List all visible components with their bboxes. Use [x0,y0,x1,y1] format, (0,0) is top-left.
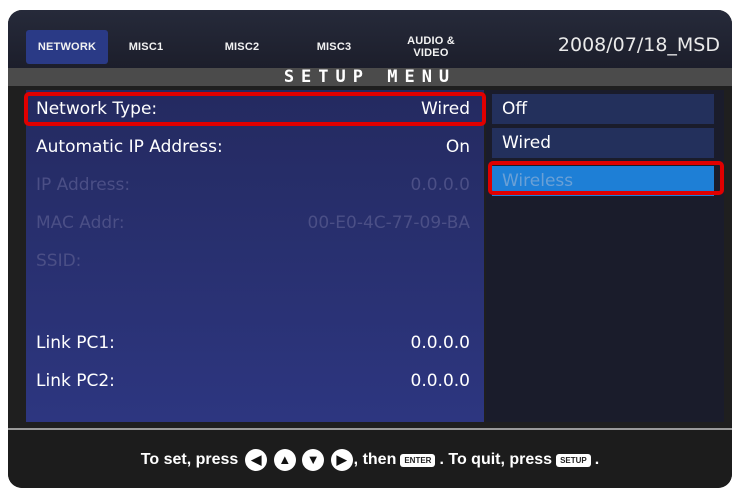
options-panel: Off Wired Wireless [486,90,724,422]
tab-misc2-label: MISC2 [224,41,260,53]
tab-misc3-label: MISC3 [316,41,352,53]
setup-button-icon: SETUP [556,453,591,467]
auto-ip-label: Automatic IP Address: [36,137,223,157]
left-arrow-icon: ◀ [245,449,268,472]
ssid-label: SSID: [36,251,82,271]
settings-panel: Network Type: Wired Automatic IP Address… [26,90,484,422]
tab-misc2[interactable]: MISC2 [216,30,268,64]
page-title: SETUP MENU [8,68,732,86]
ip-address-value: 0.0.0.0 [410,175,470,195]
link-pc2-label: Link PC2: [36,371,115,391]
auto-ip-value: On [445,137,470,157]
arrow-keys: ◀ ▲ ▼ ▶ [244,448,353,472]
setup-screen: NETWORK MISC1 MISC2 MISC3 AUDIO & VIDEO … [8,10,732,488]
enter-button-icon: ENTER [400,453,436,467]
date-label: 2008/07/18_MSD [557,34,720,56]
footer-hint: To set, press ◀ ▲ ▼ ▶ , then ENTER . To … [8,428,732,488]
right-arrow-icon: ▶ [330,449,353,472]
setting-auto-ip[interactable]: Automatic IP Address: On [36,130,474,164]
tab-misc1[interactable]: MISC1 [120,30,172,64]
down-arrow-icon: ▼ [302,448,325,471]
ip-address-label: IP Address: [36,175,131,195]
link-pc1-value: 0.0.0.0 [410,333,470,353]
option-wired[interactable]: Wired [492,128,714,158]
setting-link-pc2[interactable]: Link PC2: 0.0.0.0 [36,364,474,398]
option-off[interactable]: Off [492,94,714,124]
tab-network-label: NETWORK [37,41,97,53]
setting-mac-addr: MAC Addr: 00-E0-4C-77-09-BA [36,206,474,240]
wireless-highlight [488,161,724,195]
link-pc1-label: Link PC1: [36,333,115,353]
tab-video-label: VIDEO [413,47,449,59]
option-wired-label: Wired [502,133,552,153]
footer-text-2: , then [353,451,397,468]
footer-text-1: To set, press [140,451,239,468]
footer-text-3: . To quit, press [439,451,553,468]
setting-ip-address: IP Address: 0.0.0.0 [36,168,474,202]
tab-misc3[interactable]: MISC3 [308,30,360,64]
setting-ssid: SSID: [36,244,474,278]
tab-network[interactable]: NETWORK [26,30,108,64]
mac-addr-label: MAC Addr: [36,213,125,233]
link-pc2-value: 0.0.0.0 [410,371,470,391]
footer-text-4: . [594,451,600,468]
up-arrow-icon: ▲ [273,448,296,471]
tab-bar: NETWORK MISC1 MISC2 MISC3 AUDIO & VIDEO … [8,10,732,68]
tab-misc1-label: MISC1 [128,41,164,53]
setting-link-pc1[interactable]: Link PC1: 0.0.0.0 [36,326,474,360]
tab-audio-label: AUDIO & [407,35,455,47]
option-off-label: Off [502,99,528,119]
tab-audio-video[interactable]: AUDIO & VIDEO [400,30,462,64]
mac-addr-value: 00-E0-4C-77-09-BA [307,213,471,233]
network-type-highlight [24,92,486,126]
